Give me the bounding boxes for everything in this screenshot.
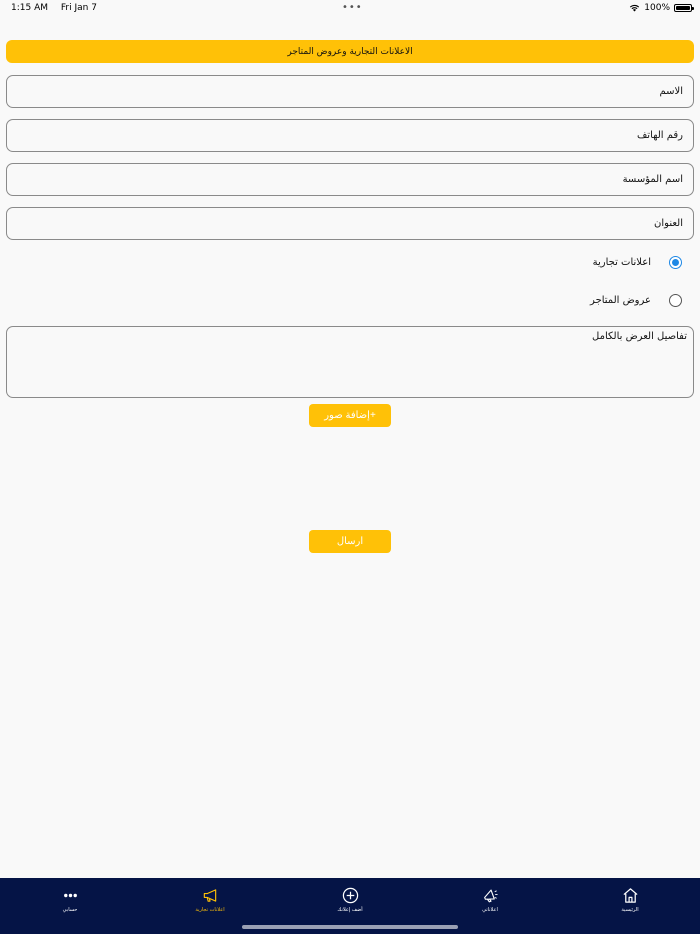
status-bar: 1:15 AM Fri Jan 7 ••• 100% bbox=[0, 0, 700, 18]
status-left: 1:15 AM Fri Jan 7 bbox=[11, 3, 97, 13]
tab-commercial-ads-label: اعلانات تجارية bbox=[195, 907, 225, 913]
radio-stores-label: عروض المتاجر bbox=[590, 295, 651, 306]
radio-stores-button[interactable] bbox=[669, 294, 682, 307]
tab-account[interactable]: حسابي bbox=[0, 878, 140, 934]
address-input[interactable] bbox=[7, 208, 693, 239]
wifi-icon bbox=[630, 4, 640, 12]
radio-option-stores[interactable]: عروض المتاجر bbox=[590, 294, 682, 307]
status-time: 1:15 AM bbox=[11, 3, 48, 13]
details-textarea[interactable] bbox=[7, 327, 693, 397]
page-title: الاعلانات التجارية وعروض المتاجر bbox=[287, 46, 413, 57]
plus-circle-icon bbox=[342, 887, 359, 904]
name-input[interactable] bbox=[7, 76, 693, 107]
tab-home[interactable]: الرئيسية bbox=[560, 878, 700, 934]
status-date: Fri Jan 7 bbox=[60, 3, 97, 13]
page-title-bar: الاعلانات التجارية وعروض المتاجر bbox=[6, 40, 694, 63]
bullhorn-icon bbox=[201, 887, 219, 904]
status-right: 100% bbox=[629, 3, 694, 13]
address-field[interactable] bbox=[6, 207, 694, 240]
tab-my-ads-label: اعلاناتي bbox=[482, 907, 498, 913]
radio-ads-label: اعلانات تجارية bbox=[592, 257, 651, 268]
battery-icon bbox=[674, 4, 694, 12]
home-icon bbox=[622, 887, 639, 904]
tab-account-label: حسابي bbox=[62, 907, 78, 913]
megaphone-icon bbox=[481, 887, 499, 904]
details-field[interactable] bbox=[6, 326, 694, 398]
organization-field[interactable] bbox=[6, 163, 694, 196]
battery-percent: 100% bbox=[644, 3, 670, 13]
radio-option-ads[interactable]: اعلانات تجارية bbox=[593, 256, 682, 269]
organization-input[interactable] bbox=[7, 164, 693, 195]
tab-home-label: الرئيسية bbox=[621, 907, 639, 913]
tab-add-ad-label: أضف إعلانك bbox=[337, 907, 363, 913]
home-indicator[interactable] bbox=[242, 925, 458, 929]
radio-ads-button[interactable] bbox=[669, 256, 682, 269]
more-icon bbox=[62, 887, 79, 904]
submit-button[interactable]: ارسال bbox=[309, 530, 391, 553]
name-field[interactable] bbox=[6, 75, 694, 108]
multitask-dots[interactable]: ••• bbox=[342, 2, 363, 13]
phone-input[interactable] bbox=[7, 120, 693, 151]
phone-field[interactable] bbox=[6, 119, 694, 152]
add-images-button[interactable]: +إضافة صور bbox=[309, 404, 391, 427]
